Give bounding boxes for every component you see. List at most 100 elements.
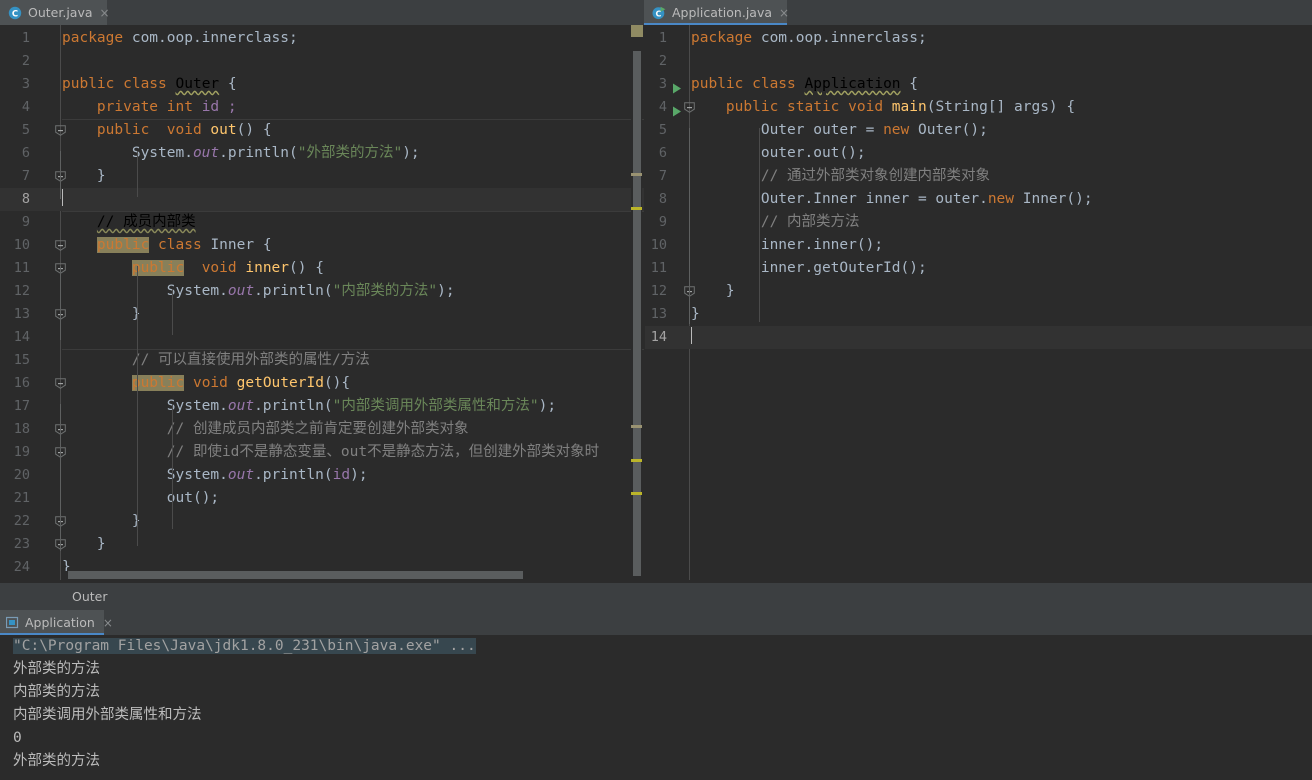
- console-output-line: 0: [13, 730, 22, 746]
- code-text: public class Inner {: [96, 237, 272, 253]
- horizontal-scrollbar-thumb[interactable]: [68, 571, 523, 579]
- vertical-scrollbar-track-left[interactable]: [631, 25, 643, 580]
- code-text: // 内部类方法: [760, 214, 860, 230]
- code-line[interactable]: 6 System.out.println("外部类的方法");: [0, 142, 644, 165]
- run-gutter-arrow-icon[interactable]: [672, 102, 682, 117]
- editor-tab-outer-java[interactable]: C Outer.java ×: [0, 0, 110, 25]
- code-line[interactable]: 10 inner.inner();: [645, 234, 1312, 257]
- indent-guide: [137, 151, 138, 197]
- code-line[interactable]: 11 inner.getOuterId();: [645, 257, 1312, 280]
- scrollbar-marker: [631, 173, 642, 176]
- code-line[interactable]: 12 System.out.println("内部类的方法");: [0, 280, 644, 303]
- line-number: 14: [650, 329, 667, 345]
- line-number: 11: [13, 260, 30, 276]
- code-line[interactable]: 2: [0, 50, 644, 73]
- code-line[interactable]: 17 System.out.println("内部类调用外部类属性和方法");: [0, 395, 644, 418]
- code-lines-left[interactable]: 1 package com.oop.innerclass; 2 3 public cla…: [0, 25, 644, 580]
- run-gutter-arrow-icon[interactable]: [672, 79, 682, 94]
- code-fold-toggle-icon[interactable]: [55, 378, 66, 389]
- code-line[interactable]: 9 // 内部类方法: [645, 211, 1312, 234]
- code-line[interactable]: 1 package com.oop.innerclass;: [645, 27, 1312, 50]
- code-line[interactable]: 10 public class Inner {: [0, 234, 644, 257]
- code-line[interactable]: 1 package com.oop.innerclass;: [0, 27, 644, 50]
- indent-guide: [759, 128, 760, 322]
- close-icon[interactable]: ×: [100, 7, 110, 19]
- editor-tab-application-java[interactable]: C Application.java ×: [644, 0, 789, 25]
- line-number: 13: [13, 306, 30, 322]
- code-line[interactable]: 2: [645, 50, 1312, 73]
- code-lines-right[interactable]: 1 package com.oop.innerclass; 2 3 public cla…: [645, 25, 1312, 580]
- run-tab-application[interactable]: Application ×: [0, 610, 113, 635]
- code-line[interactable]: 5 Outer outer = new Outer();: [645, 119, 1312, 142]
- java-class-icon: C: [8, 6, 22, 20]
- code-line[interactable]: 16 public void getOuterId(){: [0, 372, 644, 395]
- code-line[interactable]: 8: [0, 188, 644, 211]
- editor-tab-label: Application.java: [672, 5, 773, 20]
- run-console-output[interactable]: "C:\Program Files\Java\jdk1.8.0_231\bin\…: [0, 635, 1312, 780]
- close-icon[interactable]: ×: [103, 616, 113, 630]
- code-fold-toggle-icon[interactable]: [55, 240, 66, 251]
- code-line[interactable]: 3 public class Outer {: [0, 73, 644, 96]
- code-fold-toggle-icon[interactable]: [684, 102, 695, 113]
- editor-tab-label: Outer.java: [28, 5, 93, 20]
- code-text: public void out() {: [96, 122, 272, 138]
- code-text: public void getOuterId(){: [131, 375, 351, 391]
- code-line[interactable]: 22 }: [0, 510, 644, 533]
- code-line[interactable]: 21 out();: [0, 487, 644, 510]
- run-toolwindow-tabbar: Application ×: [0, 610, 1312, 635]
- code-line[interactable]: 20 System.out.println(id);: [0, 464, 644, 487]
- code-line[interactable]: 18 // 创建成员内部类之前肯定要创建外部类对象: [0, 418, 644, 441]
- close-icon[interactable]: ×: [779, 7, 789, 19]
- line-number: 7: [21, 168, 30, 184]
- line-number: 8: [21, 191, 30, 207]
- line-number: 5: [21, 122, 30, 138]
- code-text: public static void main(String[] args) {: [725, 99, 1076, 115]
- line-number: 6: [21, 145, 30, 161]
- code-text: outer.out();: [691, 145, 866, 161]
- line-number: 19: [13, 444, 30, 460]
- console-output-line: 内部类的方法: [13, 684, 100, 700]
- line-number: 22: [13, 513, 30, 529]
- breadcrumb-item-outer[interactable]: Outer: [72, 589, 108, 604]
- code-line[interactable]: 11 public void inner() {: [0, 257, 644, 280]
- code-fold-toggle-icon[interactable]: [55, 125, 66, 136]
- indent-guide: [172, 289, 173, 335]
- code-line[interactable]: 19 // 即使id不是静态变量、out不是静态方法，但创建外部类对象时: [0, 441, 644, 464]
- code-line[interactable]: 13}: [645, 303, 1312, 326]
- code-text: System.out.println(id);: [62, 467, 368, 483]
- code-line[interactable]: 7 // 通过外部类对象创建内部类对象: [645, 165, 1312, 188]
- code-text: public class Application {: [691, 76, 918, 92]
- code-line[interactable]: 9 // 成员内部类: [0, 211, 644, 234]
- code-line[interactable]: 4 public static void main(String[] args)…: [645, 96, 1312, 119]
- code-editor-outer-java[interactable]: 1 package com.oop.innerclass; 2 3 public cla…: [0, 25, 644, 580]
- text-caret: [62, 189, 63, 206]
- line-number: 11: [650, 260, 667, 276]
- vertical-scrollbar-thumb[interactable]: [633, 51, 641, 576]
- code-line[interactable]: 13 }: [0, 303, 644, 326]
- inspection-status-marker[interactable]: [631, 25, 643, 37]
- code-line[interactable]: 15 // 可以直接使用外部类的属性/方法: [0, 349, 644, 372]
- code-text: // 即使id不是静态变量、out不是静态方法，但创建外部类对象时: [166, 444, 600, 460]
- code-line[interactable]: 7 }: [0, 165, 644, 188]
- code-line[interactable]: 23 }: [0, 533, 644, 556]
- line-number: 2: [21, 53, 30, 69]
- code-text: // 通过外部类对象创建内部类对象: [760, 168, 991, 184]
- line-number: 6: [658, 145, 667, 161]
- code-text: Outer.Inner inner = outer.new Inner();: [691, 191, 1093, 207]
- code-line[interactable]: 12 }: [645, 280, 1312, 303]
- code-line[interactable]: 14: [0, 326, 644, 349]
- code-line[interactable]: 8 Outer.Inner inner = outer.new Inner();: [645, 188, 1312, 211]
- code-line[interactable]: 4 private int id ;: [0, 96, 644, 119]
- code-line[interactable]: 5 public void out() {: [0, 119, 644, 142]
- fold-connector: [60, 151, 61, 199]
- line-number: 14: [13, 329, 30, 345]
- code-line[interactable]: 6 outer.out();: [645, 142, 1312, 165]
- code-line[interactable]: 14: [645, 326, 1312, 349]
- code-text: // 可以直接使用外部类的属性/方法: [131, 352, 370, 368]
- code-line[interactable]: 3 public class Application {: [645, 73, 1312, 96]
- horizontal-scrollbar-track[interactable]: [62, 571, 631, 580]
- text-caret: [691, 327, 692, 344]
- code-editor-application-java[interactable]: 1 package com.oop.innerclass; 2 3 public cla…: [645, 25, 1312, 580]
- line-number: 9: [658, 214, 667, 230]
- breadcrumb[interactable]: Outer: [0, 583, 644, 610]
